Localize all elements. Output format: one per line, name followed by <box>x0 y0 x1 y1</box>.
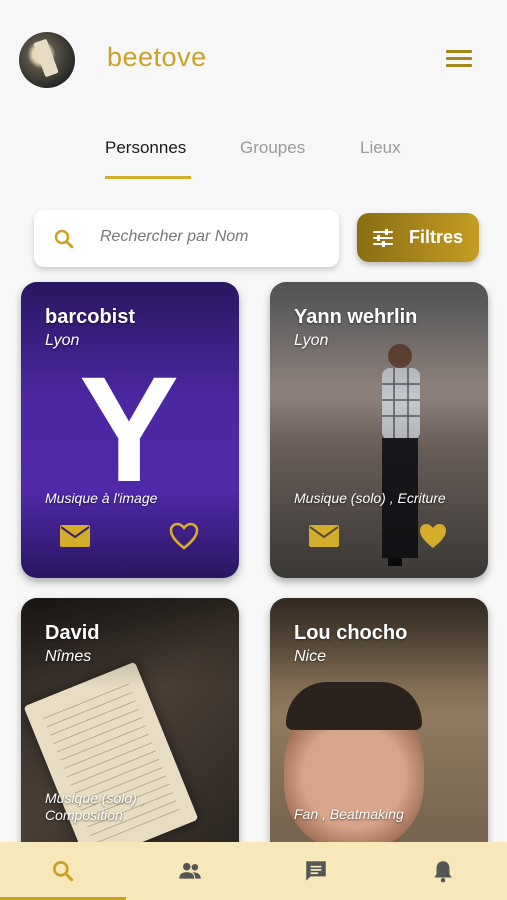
app-title: beetove <box>107 42 207 72</box>
card-city: Nice <box>294 648 327 665</box>
tab-lieux[interactable]: Lieux <box>360 138 401 158</box>
card-tags: Musique (solo) , Composition <box>45 790 145 823</box>
card-tags: Fan , Beatmaking <box>294 806 404 822</box>
nav-notifications[interactable] <box>380 842 506 900</box>
search-input[interactable] <box>100 228 320 246</box>
hamburger-menu-icon <box>446 50 472 53</box>
profile-card[interactable]: Yann wehrlin Lyon Musique (solo) , Ecrit… <box>270 282 488 578</box>
profile-logo: Y <box>79 345 180 513</box>
avatar[interactable] <box>19 32 75 88</box>
search-icon <box>52 860 74 882</box>
tab-groupes[interactable]: Groupes <box>240 138 305 158</box>
sheet-music-photo <box>23 661 199 865</box>
card-name: barcobist <box>45 306 136 328</box>
sliders-icon <box>373 229 393 247</box>
people-icon <box>179 862 201 879</box>
search-icon <box>54 229 74 249</box>
card-name: Yann wehrlin <box>294 306 418 328</box>
heart-filled-icon[interactable] <box>418 522 448 550</box>
card-city: Nîmes <box>45 648 92 665</box>
chat-icon <box>306 861 326 881</box>
card-name: Lou chocho <box>294 622 408 644</box>
menu-button[interactable] <box>446 50 472 70</box>
profile-card[interactable]: Y barcobist Lyon Musique à l'image <box>21 282 239 578</box>
active-tab-indicator <box>105 176 191 179</box>
tab-bar: Personnes Groupes Lieux <box>0 130 507 180</box>
card-city: Lyon <box>294 332 329 349</box>
nav-people[interactable] <box>127 842 253 900</box>
mail-icon[interactable] <box>59 524 91 548</box>
filter-label: Filtres <box>409 227 464 247</box>
bell-icon <box>434 861 452 883</box>
card-tags: Musique à l'image <box>45 490 158 506</box>
heart-outline-icon[interactable] <box>169 522 199 550</box>
app-header: beetove <box>0 0 507 110</box>
tab-personnes[interactable]: Personnes <box>105 138 186 158</box>
search-box[interactable] <box>34 210 339 267</box>
nav-search[interactable] <box>0 842 126 900</box>
bottom-nav <box>0 842 507 900</box>
filter-button[interactable]: Filtres <box>357 213 479 262</box>
nav-messages[interactable] <box>253 842 379 900</box>
card-city: Lyon <box>45 332 80 349</box>
mail-icon[interactable] <box>308 524 340 548</box>
card-name: David <box>45 622 100 644</box>
card-tags: Musique (solo) , Ecriture <box>294 490 446 506</box>
